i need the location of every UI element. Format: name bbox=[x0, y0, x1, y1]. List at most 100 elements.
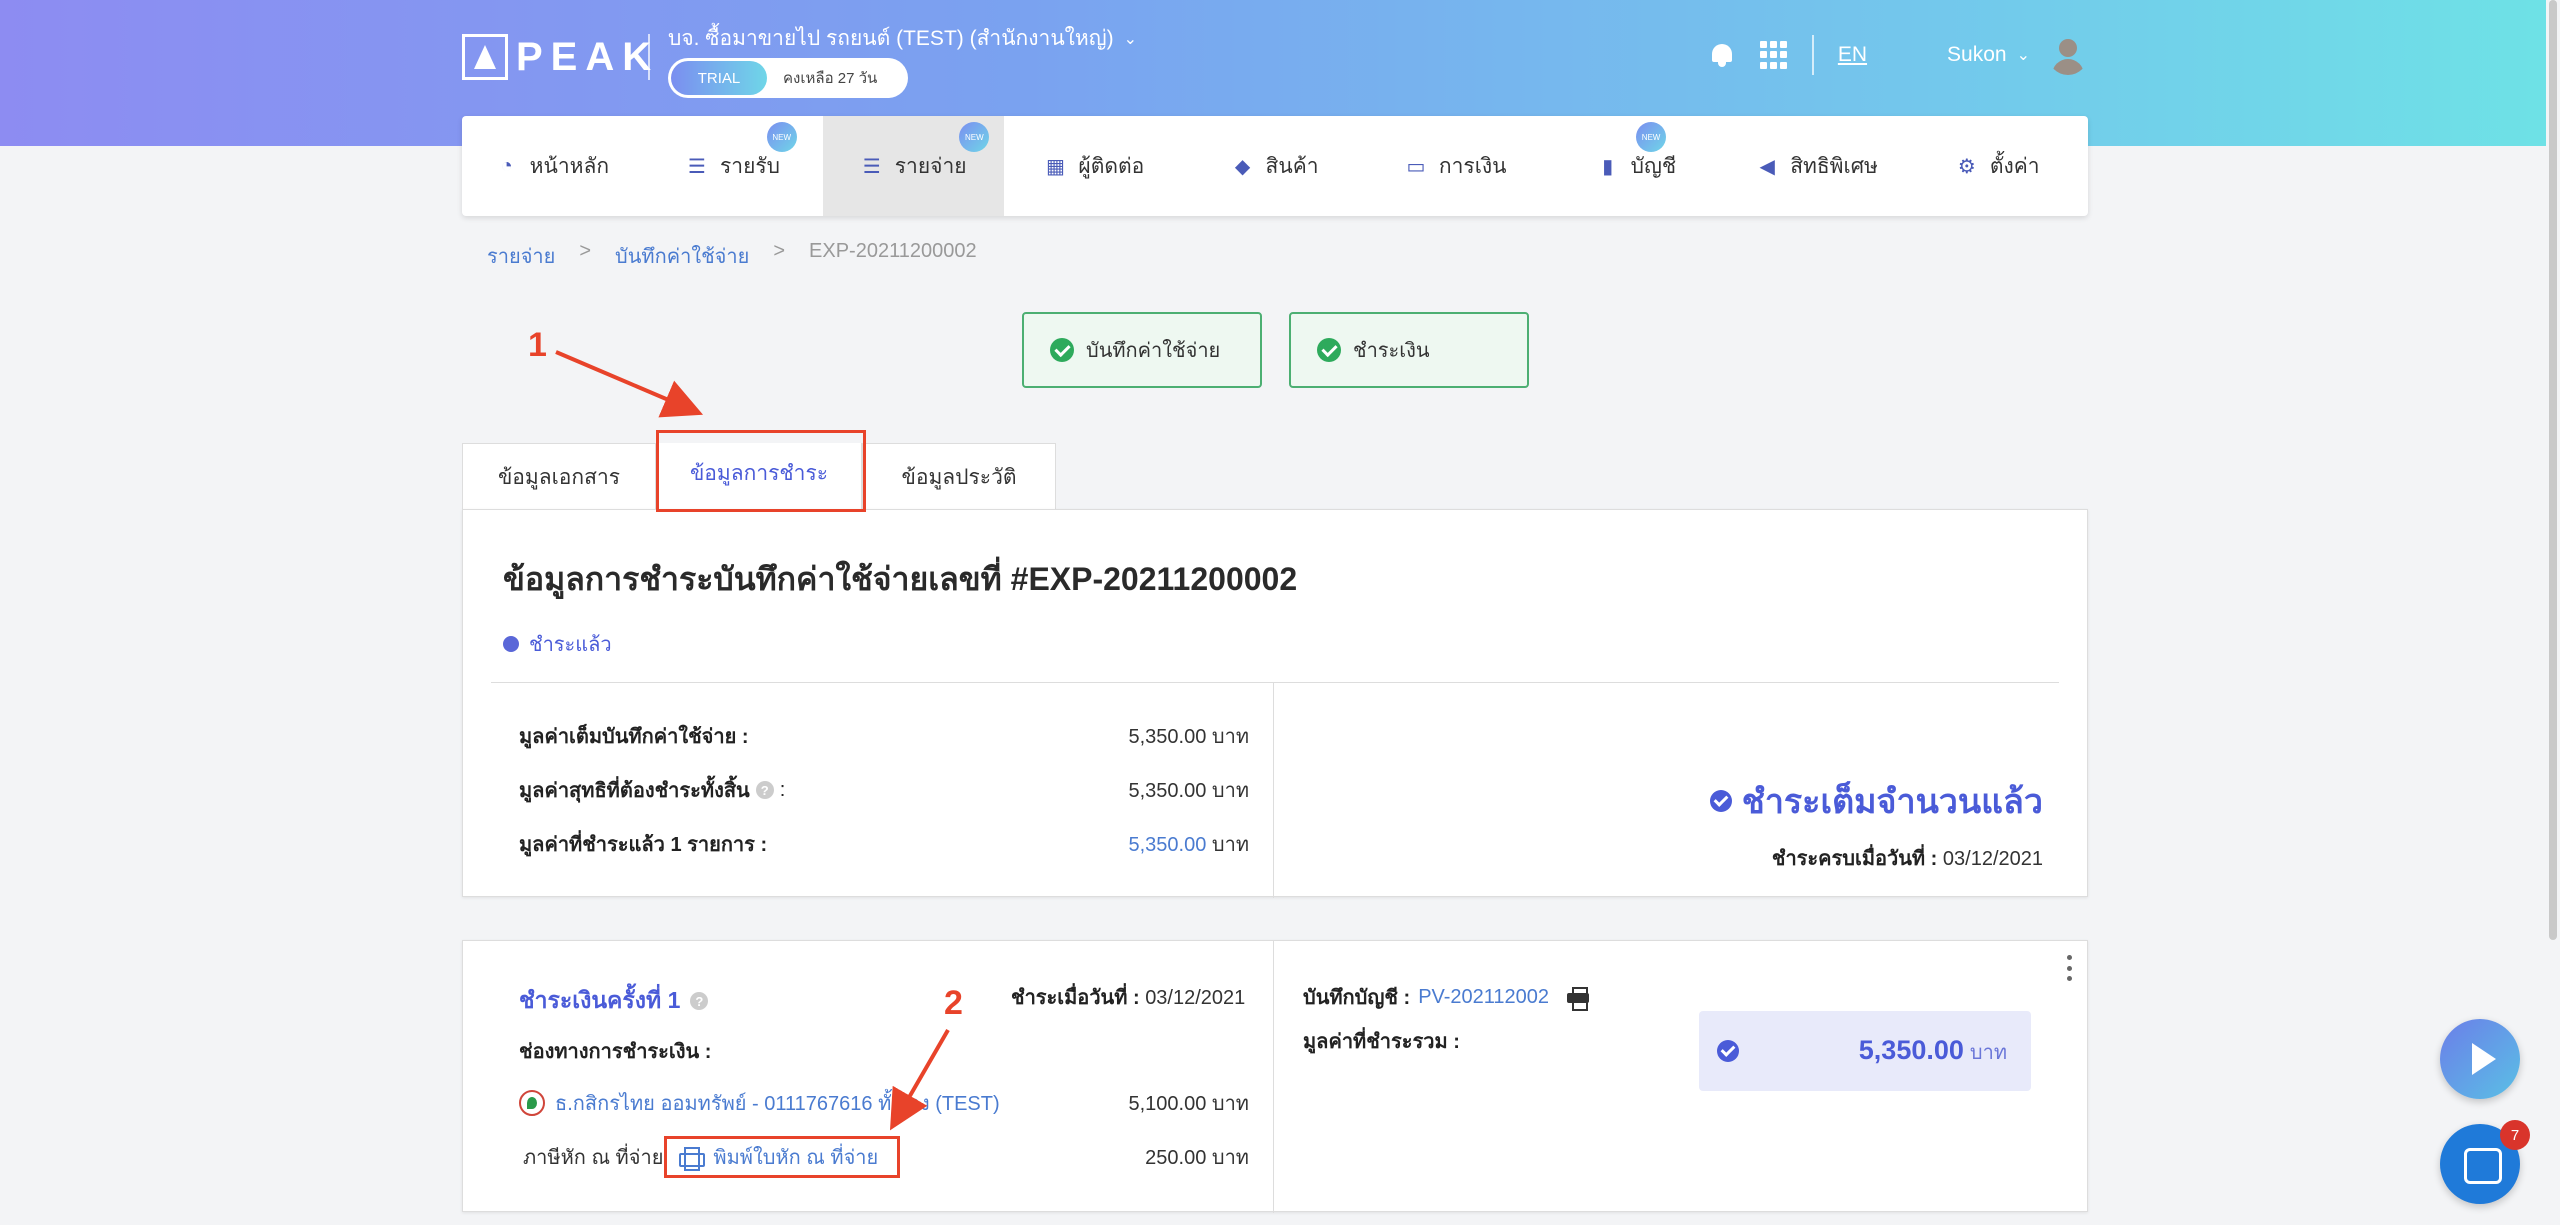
tab-history-info[interactable]: ข้อมูลประวัติ bbox=[862, 443, 1056, 511]
scrollbar-thumb[interactable] bbox=[2549, 0, 2557, 940]
breadcrumb-current: EXP-20211200002 bbox=[809, 240, 977, 262]
annotation-number-1: 1 bbox=[528, 326, 547, 364]
bank-account-link[interactable]: ธ.กสิกรไทย ออมทรัพย์ - 0111767616 ทั้งเอ… bbox=[519, 1087, 1000, 1119]
breadcrumb-separator: > bbox=[579, 240, 592, 262]
nav-item-income[interactable]: ☰ รายรับ NEW bbox=[643, 116, 824, 216]
header-separator bbox=[1811, 35, 1814, 75]
currency-unit: บาท bbox=[1211, 834, 1249, 856]
language-switch[interactable]: EN bbox=[1838, 43, 1867, 67]
full-paid-text: ชำระเต็มจำนวนแล้ว bbox=[1741, 783, 2043, 821]
paid-date-label: ชำระครบเมื่อวันที่ : bbox=[1771, 848, 1938, 870]
payment-channel-label: ช่องทางการชำระเงิน : bbox=[519, 1041, 712, 1063]
paid-complete-date: ชำระครบเมื่อวันที่ : 03/12/2021 bbox=[1772, 842, 2043, 874]
divider bbox=[1273, 941, 1274, 1213]
divider bbox=[491, 682, 2059, 683]
nav-item-contacts[interactable]: ▦ ผู้ติดต่อ bbox=[1004, 116, 1185, 216]
currency-unit: บาท bbox=[1969, 1041, 2007, 1064]
bell-icon[interactable] bbox=[1710, 42, 1734, 68]
journal-entry-label: บันทึกบัญชี : bbox=[1303, 987, 1411, 1009]
app-header: PEAK บจ. ซื้อมาขายไป รถยนต์ (TEST) (สำนั… bbox=[462, 22, 2088, 102]
status-step-expense-recorded[interactable]: บันทึกค่าใช้จ่าย bbox=[1022, 312, 1262, 388]
gear-icon: ⚙ bbox=[1957, 155, 1976, 178]
apps-grid-icon[interactable] bbox=[1759, 41, 1788, 69]
summary-value: 5,350.00 บาท bbox=[1128, 828, 1249, 860]
payment-title-text: ชำระเงินครั้งที่ 1 bbox=[519, 987, 681, 1013]
list-icon: ☰ bbox=[688, 155, 706, 178]
annotation-box-print bbox=[664, 1136, 900, 1178]
nav-label: ผู้ติดต่อ bbox=[1078, 154, 1145, 178]
new-badge: NEW bbox=[1636, 122, 1667, 152]
printer-icon[interactable] bbox=[1567, 987, 1590, 1011]
nav-item-expense[interactable]: ☰ รายจ่าย NEW bbox=[823, 116, 1005, 216]
more-options-icon[interactable] bbox=[2067, 955, 2073, 981]
status-badge: ชำระแล้ว bbox=[503, 628, 612, 660]
currency-unit: บาท bbox=[1211, 726, 1249, 748]
nav-label: สินค้า bbox=[1265, 154, 1319, 178]
box-icon: ◆ bbox=[1234, 155, 1251, 178]
amount[interactable]: 5,350.00 bbox=[1128, 834, 1206, 856]
summary-value: 5,350.00 บาท bbox=[1128, 720, 1249, 752]
summary-value: 5,350.00 บาท bbox=[1128, 774, 1249, 806]
trial-days-remaining: คงเหลือ 27 วัน bbox=[783, 70, 878, 87]
full-paid-status: ชำระเต็มจำนวนแล้ว bbox=[1709, 774, 2043, 828]
nav-item-products[interactable]: ◆ สินค้า bbox=[1185, 116, 1366, 216]
nav-item-finance[interactable]: ▭ การเงิน bbox=[1365, 116, 1546, 216]
journal-entry-row: บันทึกบัญชี : PV-202112002 bbox=[1303, 981, 1590, 1013]
payment-date: ชำระเมื่อวันที่ : 03/12/2021 bbox=[1011, 981, 1245, 1013]
help-icon[interactable]: ? bbox=[755, 781, 774, 799]
help-icon[interactable]: ? bbox=[690, 992, 709, 1010]
tab-document-info[interactable]: ข้อมูลเอกสาร bbox=[462, 443, 656, 511]
header-actions: EN Sukon ⌄ bbox=[1710, 32, 2088, 78]
header-divider bbox=[648, 34, 650, 80]
chat-unread-badge: 7 bbox=[2500, 1120, 2530, 1150]
trial-badge: TRIAL คงเหลือ 27 วัน bbox=[668, 58, 908, 98]
status-step-payment[interactable]: ชำระเงิน bbox=[1289, 312, 1529, 388]
page-title: ข้อมูลการชำระบันทึกค่าใช้จ่ายเลขที่ #EXP… bbox=[503, 561, 1298, 597]
currency-unit: บาท bbox=[1211, 780, 1249, 802]
nav-item-privileges[interactable]: ◀ สิทธิพิเศษ bbox=[1727, 116, 1908, 216]
bank-amount: 5,100.00 บาท bbox=[1128, 1093, 1249, 1115]
status-step-label: ชำระเงิน bbox=[1353, 340, 1430, 362]
breadcrumb-separator: > bbox=[773, 240, 786, 262]
nav-label: รายจ่าย bbox=[894, 154, 967, 178]
main-nav: ◔ หน้าหลัก ☰ รายรับ NEW ☰ รายจ่าย NEW ▦ … bbox=[462, 116, 2088, 216]
total-paid-box: 5,350.00 บาท bbox=[1699, 1011, 2031, 1091]
dashboard-icon: ◔ bbox=[500, 154, 513, 177]
peak-logo[interactable]: PEAK bbox=[462, 34, 659, 80]
divider bbox=[1273, 682, 1274, 898]
nav-label: บัญชี bbox=[1630, 154, 1677, 178]
amount: 5,350.00 bbox=[1128, 726, 1207, 748]
nav-label: ตั้งค่า bbox=[1989, 154, 2040, 178]
annotation-arrow-1 bbox=[555, 350, 704, 418]
kasikorn-bank-icon bbox=[519, 1090, 545, 1116]
summary-label: มูลค่าเต็มบันทึกค่าใช้จ่าย : bbox=[519, 726, 749, 748]
check-circle-icon bbox=[1709, 790, 1732, 812]
nav-item-home[interactable]: ◔ หน้าหลัก bbox=[462, 116, 643, 216]
payment-number-title: ชำระเงินครั้งที่ 1 ? bbox=[519, 983, 709, 1019]
play-tutorial-button[interactable] bbox=[2440, 1019, 2520, 1099]
bank-payment-row: ธ.กสิกรไทย ออมทรัพย์ - 0111767616 ทั้งเอ… bbox=[519, 1087, 1249, 1119]
logo-text: PEAK bbox=[516, 34, 660, 79]
status-dot-icon bbox=[503, 636, 519, 652]
amount: 5,350.00 bbox=[1128, 780, 1207, 802]
company-selector[interactable]: บจ. ซื้อมาขายไป รถยนต์ (TEST) (สำนักงานใ… bbox=[668, 22, 1137, 55]
annotation-number-2: 2 bbox=[944, 984, 963, 1022]
user-menu[interactable]: Sukon ⌄ bbox=[1947, 43, 2030, 67]
breadcrumb-expense-record[interactable]: บันทึกค่าใช้จ่าย bbox=[615, 240, 749, 272]
nav-label: การเงิน bbox=[1438, 154, 1507, 178]
money-icon: ▭ bbox=[1406, 155, 1426, 178]
total-paid-amount: 5,350.00 บาท bbox=[1859, 1035, 2007, 1068]
payment-date-value: 03/12/2021 bbox=[1145, 987, 1246, 1009]
nav-item-settings[interactable]: ⚙ ตั้งค่า bbox=[1907, 116, 2088, 216]
summary-row-net-value: มูลค่าสุทธิที่ต้องชำระทั้งสิ้น ? : 5,350… bbox=[519, 774, 1249, 806]
nav-item-accounting[interactable]: ▮ บัญชี NEW bbox=[1546, 116, 1727, 216]
avatar[interactable] bbox=[2048, 35, 2088, 75]
summary-row-paid-value: มูลค่าที่ชำระแล้ว 1 รายการ : 5,350.00 บา… bbox=[519, 828, 1249, 860]
journal-entry-link[interactable]: PV-202112002 bbox=[1418, 986, 1549, 1009]
book-icon: ▮ bbox=[1602, 155, 1614, 178]
trial-tag: TRIAL bbox=[671, 61, 767, 95]
check-circle-icon bbox=[1717, 1040, 1739, 1062]
summary-label: มูลค่าสุทธิที่ต้องชำระทั้งสิ้น ? : bbox=[519, 774, 785, 806]
breadcrumb-expense[interactable]: รายจ่าย bbox=[487, 240, 555, 272]
building-icon: ▦ bbox=[1045, 155, 1065, 178]
